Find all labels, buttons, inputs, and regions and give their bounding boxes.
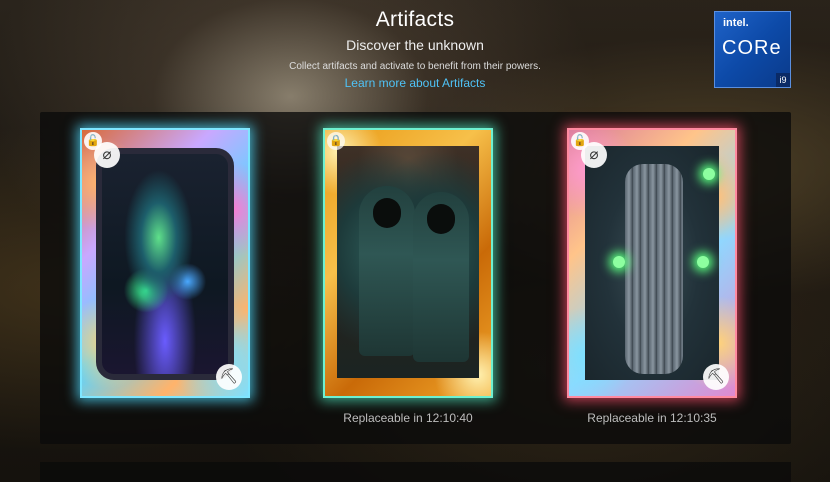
lock-icon: 🔒 [327, 132, 345, 150]
page-subtitle: Discover the unknown [346, 37, 484, 53]
hooded-figure [359, 186, 415, 356]
artifact-card-2[interactable]: 🔒 [323, 128, 493, 398]
glow-orb [697, 256, 709, 268]
artifact-image [96, 148, 234, 380]
badge-brand: intel. [723, 17, 749, 29]
replace-timer-3: Replaceable in 12:10:35 [587, 411, 717, 425]
page-title: Artifacts [375, 8, 455, 31]
intel-core-badge: intel. CORe i9 [714, 11, 791, 88]
replace-timer-2: Replaceable in 12:10:40 [343, 411, 473, 425]
badge-product: CORe [722, 37, 782, 59]
artifact-image [585, 146, 719, 380]
next-panel [40, 462, 791, 482]
gamepad-badge-icon: ⌀ [581, 142, 607, 168]
gamepad-badge-icon: ⌀ [94, 142, 120, 168]
glow-orb [703, 168, 715, 180]
page-description: Collect artifacts and activate to benefi… [289, 61, 541, 72]
gauntlet [625, 164, 683, 374]
badge-generation: i9 [776, 73, 790, 87]
artifact-card-1[interactable]: 🔓 ⌀ ⛏ [80, 128, 250, 398]
hooded-figure [413, 192, 469, 362]
pickaxe-icon[interactable]: ⛏ [703, 364, 729, 390]
pickaxe-icon[interactable]: ⛏ [216, 364, 242, 390]
glow-orb [613, 256, 625, 268]
artifact-image [337, 146, 479, 378]
artifact-card-3[interactable]: 🔓 ⌀ ⛏ [567, 128, 737, 398]
learn-more-link[interactable]: Learn more about Artifacts [0, 76, 830, 90]
